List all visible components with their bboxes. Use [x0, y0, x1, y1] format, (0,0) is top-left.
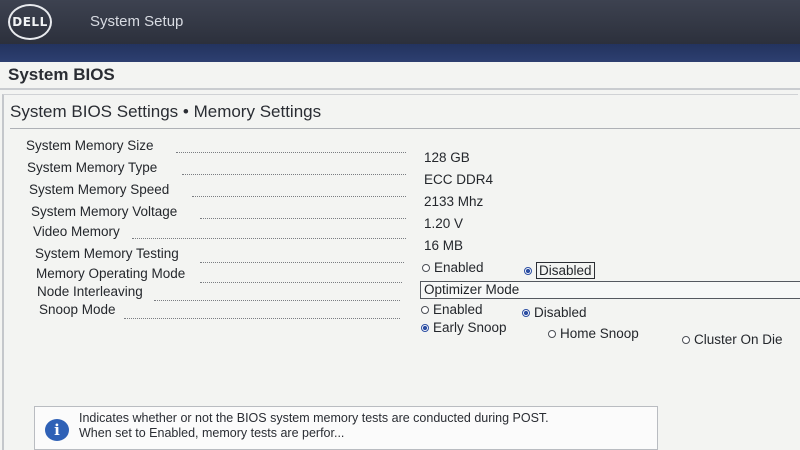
help-line: When set to Enabled, memory tests are pe…: [79, 426, 345, 440]
setting-label: Memory Operating Mode: [36, 266, 186, 281]
leader-dots: [154, 300, 400, 301]
header-bar: DELL System Setup: [0, 0, 800, 44]
setting-label: Video Memory: [33, 224, 120, 239]
setting-row-memory-testing: System Memory Testing Enabled Disabled: [0, 246, 800, 279]
radio-icon: [548, 329, 556, 338]
setting-label: System Memory Size: [26, 138, 154, 153]
leader-dots: [200, 282, 402, 283]
setting-row-memory-voltage: System Memory Voltage 1.20 V: [0, 204, 800, 231]
leader-dots: [176, 152, 406, 153]
leader-dots: [182, 174, 406, 175]
setting-label: Node Interleaving: [37, 284, 143, 299]
setting-row-memory-type: System Memory Type ECC DDR4: [0, 160, 800, 187]
setting-label: System Memory Voltage: [31, 204, 178, 219]
leader-dots: [132, 238, 406, 239]
main-panel: System BIOS System BIOS Settings • Memor…: [0, 62, 800, 450]
page-title: System BIOS: [8, 65, 115, 84]
setting-row-node-interleaving: Node Interleaving Enabled Disabled: [0, 284, 800, 320]
info-icon: i: [45, 419, 69, 441]
setting-label: System Memory Testing: [35, 246, 179, 261]
app-title: System Setup: [90, 13, 184, 30]
help-text: Indicates whether or not the BIOS system…: [79, 411, 549, 441]
leader-dots: [200, 218, 406, 219]
setting-row-operating-mode: Memory Operating Mode Optimizer Mode: [0, 266, 800, 299]
divider: [0, 88, 800, 90]
radio-icon: [682, 335, 690, 344]
radio-selected-icon: [421, 323, 429, 332]
help-line: Indicates whether or not the BIOS system…: [79, 411, 549, 425]
radio-cluster-on-die[interactable]: Cluster On Die: [682, 332, 783, 347]
setting-row-snoop-mode: Snoop Mode Early Snoop Home Snoop Cluste…: [0, 302, 800, 347]
divider: [10, 128, 800, 129]
help-box: i Indicates whether or not the BIOS syst…: [34, 406, 658, 450]
radio-home-snoop[interactable]: Home Snoop: [548, 326, 639, 341]
setting-label: System Memory Type: [27, 160, 158, 175]
setting-label: System Memory Speed: [29, 182, 170, 197]
setting-row-video-memory: Video Memory 16 MB: [0, 224, 800, 253]
radio-early-snoop[interactable]: Early Snoop: [421, 320, 507, 335]
section-title: System BIOS Settings • Memory Settings: [10, 102, 322, 121]
setting-row-memory-size: System Memory Size 128 GB: [0, 138, 800, 165]
setting-row-memory-speed: System Memory Speed 2133 Mhz: [0, 182, 800, 209]
leader-dots: [124, 318, 400, 319]
dell-logo: DELL: [8, 4, 52, 40]
leader-dots: [200, 262, 404, 263]
setting-label: Snoop Mode: [39, 302, 116, 317]
leader-dots: [192, 196, 406, 197]
header-accent-strip: [0, 44, 800, 62]
